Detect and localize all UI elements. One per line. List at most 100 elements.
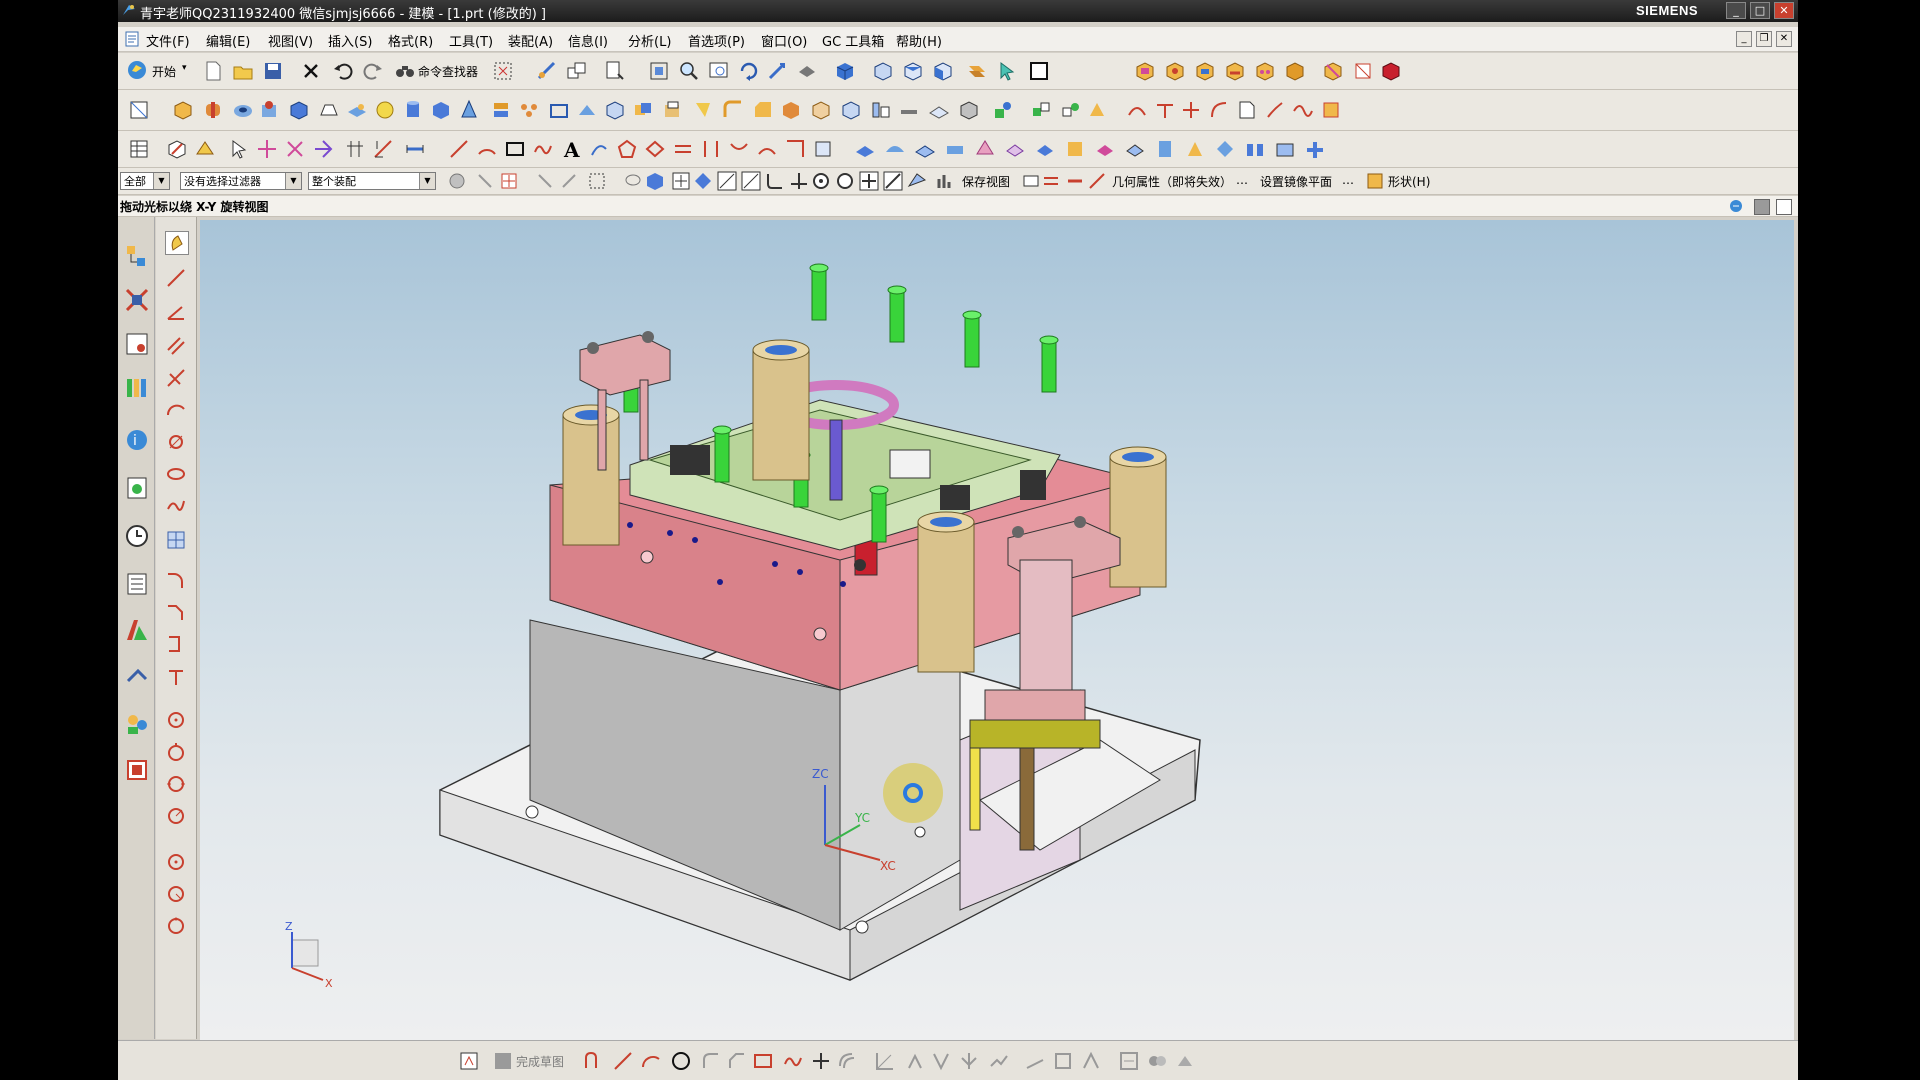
- menu-help[interactable]: 帮助(H): [896, 31, 942, 50]
- offset-curve-icon[interactable]: [836, 1050, 858, 1072]
- quick-trim-icon[interactable]: [874, 1050, 896, 1072]
- surface-tool-icon-1[interactable]: [854, 138, 876, 160]
- sketch-chamfer-icon[interactable]: [165, 601, 187, 623]
- unite-icon[interactable]: [632, 99, 654, 121]
- edit-parameters-icon[interactable]: [194, 138, 216, 160]
- surface-tool-icon-3[interactable]: [914, 138, 936, 160]
- cylinder-icon[interactable]: [402, 99, 424, 121]
- zoom-icon[interactable]: [678, 60, 700, 82]
- snap-midpoint-icon[interactable]: [692, 170, 714, 192]
- curve-edit-icon-2[interactable]: [672, 138, 694, 160]
- assembly-navigator-icon[interactable]: [124, 243, 150, 269]
- pan-view-icon[interactable]: [766, 60, 788, 82]
- view-icon-3[interactable]: [1064, 170, 1086, 192]
- rectangle-select-icon[interactable]: [586, 170, 608, 192]
- show-constraints-icon[interactable]: [1052, 1050, 1074, 1072]
- mold-wizard-icon-6[interactable]: [1284, 60, 1306, 82]
- info-icon[interactable]: [604, 60, 626, 82]
- roles-icon[interactable]: [124, 711, 150, 737]
- rotate-view-icon[interactable]: [738, 60, 760, 82]
- make-corner-icon[interactable]: [930, 1050, 952, 1072]
- document-icon[interactable]: [124, 31, 140, 47]
- view-top-icon[interactable]: [902, 60, 924, 82]
- zoom-window-icon[interactable]: [708, 60, 730, 82]
- menu-file[interactable]: 文件(F): [146, 31, 190, 50]
- cube-icon[interactable]: [430, 99, 452, 121]
- sketch-plane-icon[interactable]: [458, 1050, 480, 1072]
- mold-wizard-icon-5[interactable]: [1254, 60, 1276, 82]
- snap-curve-icon[interactable]: [764, 170, 786, 192]
- spline-icon[interactable]: [532, 138, 554, 160]
- snap-on-curve-icon[interactable]: [882, 170, 904, 192]
- transform-icon[interactable]: [284, 138, 306, 160]
- auto-constraint-icon[interactable]: [1080, 1050, 1102, 1072]
- start-button[interactable]: 开始: [152, 63, 176, 80]
- surface-tool-icon-8[interactable]: [1064, 138, 1086, 160]
- system-materials-icon[interactable]: [124, 571, 150, 597]
- profile-icon[interactable]: [165, 231, 189, 255]
- curve-tool-icon-1[interactable]: [1126, 99, 1148, 121]
- curve-tool-icon-3[interactable]: [1180, 99, 1202, 121]
- constraint-icon[interactable]: [536, 60, 558, 82]
- animate-dimension-icon[interactable]: [1174, 1050, 1196, 1072]
- hole-icon[interactable]: [232, 99, 254, 121]
- curve-tool-icon-5[interactable]: [1236, 99, 1258, 121]
- filter-tool-icon-2[interactable]: [558, 170, 580, 192]
- doc-close-button[interactable]: ✕: [1776, 31, 1792, 47]
- minimize-button[interactable]: _: [1726, 2, 1746, 19]
- curve-edit-icon-5[interactable]: [756, 138, 778, 160]
- mold-wizard-icon-3[interactable]: [1194, 60, 1216, 82]
- sketch-grid-icon[interactable]: [165, 529, 187, 551]
- pad-icon[interactable]: [346, 99, 368, 121]
- helix-icon[interactable]: [588, 138, 610, 160]
- sketch-circle-icon-3[interactable]: [165, 773, 187, 795]
- rectangle-icon[interactable]: [504, 138, 526, 160]
- view-icon-1[interactable]: [1020, 170, 1042, 192]
- constraint-tool-icon[interactable]: [1024, 1050, 1046, 1072]
- line-icon[interactable]: [448, 138, 470, 160]
- chamfer-icon[interactable]: [752, 99, 774, 121]
- circle-tool-icon[interactable]: [670, 1050, 692, 1072]
- chamfer-tool-icon[interactable]: [726, 1050, 748, 1072]
- sketch-circle-icon-5[interactable]: [165, 851, 187, 873]
- menu-preferences[interactable]: 首选项(P): [688, 31, 745, 50]
- extrude-icon[interactable]: [172, 99, 194, 121]
- surface-tool-icon-2[interactable]: [884, 138, 906, 160]
- maximize-button[interactable]: □: [1750, 2, 1770, 19]
- studio-spline-icon[interactable]: [782, 1050, 804, 1072]
- surface-tool-icon-5[interactable]: [974, 138, 996, 160]
- part-navigator-icon[interactable]: [124, 331, 150, 357]
- sphere-icon[interactable]: [374, 99, 396, 121]
- assembly-icon-3[interactable]: [1086, 99, 1108, 121]
- rectangle-tool-icon[interactable]: [752, 1050, 774, 1072]
- globe-filter-icon[interactable]: [446, 170, 468, 192]
- menu-assemblies[interactable]: 装配(A): [508, 31, 553, 50]
- shape-menu-button[interactable]: 形状(H): [1388, 173, 1430, 190]
- geometry-attribute-icon[interactable]: [1086, 170, 1108, 192]
- snap-point-icon[interactable]: [498, 170, 520, 192]
- text-icon[interactable]: A: [560, 138, 582, 160]
- table-icon[interactable]: [128, 138, 150, 160]
- select-arrow-icon[interactable]: [228, 138, 250, 160]
- snap-face-icon[interactable]: [906, 170, 928, 192]
- sketch-circle-icon-6[interactable]: [165, 883, 187, 905]
- doc-minimize-button[interactable]: _: [1736, 31, 1752, 47]
- graphics-window[interactable]: ZC YC XC Z X: [200, 220, 1794, 1040]
- surface-tool-icon-11[interactable]: [1154, 138, 1176, 160]
- thicken-icon[interactable]: [780, 99, 802, 121]
- sketch-fillet-icon[interactable]: [165, 569, 187, 591]
- fillet-tool-icon[interactable]: [700, 1050, 722, 1072]
- intersect-icon[interactable]: [692, 99, 714, 121]
- status-globe-icon[interactable]: [1728, 198, 1744, 214]
- curve-edit-icon-3[interactable]: [700, 138, 722, 160]
- clock-icon[interactable]: [124, 523, 150, 549]
- surface-tool-icon-15[interactable]: [1274, 138, 1296, 160]
- polygon-icon[interactable]: [616, 138, 638, 160]
- selection-box-icon[interactable]: [492, 60, 514, 82]
- wave-link-icon[interactable]: [992, 99, 1014, 121]
- scope-combo[interactable]: 整个装配 ▼: [308, 172, 436, 190]
- move-object-icon[interactable]: [256, 138, 278, 160]
- system-scenes-icon[interactable]: [124, 757, 150, 783]
- sketch-spline-icon[interactable]: [165, 495, 187, 517]
- revolve-icon[interactable]: [202, 99, 224, 121]
